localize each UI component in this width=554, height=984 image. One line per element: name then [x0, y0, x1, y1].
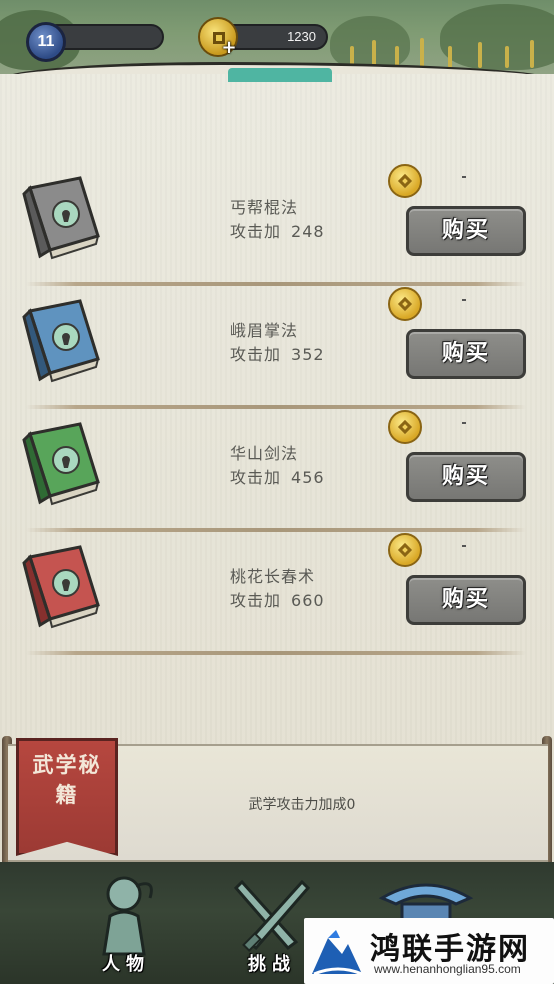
skill-stat: 攻击加 660	[230, 587, 325, 611]
watermark-logo-icon	[312, 930, 363, 976]
skill-row: 华山剑法 攻击加 456 购买	[0, 410, 554, 533]
skill-stat: 攻击加 352	[230, 341, 325, 365]
skill-name: 峨眉掌法	[230, 321, 299, 340]
coin-value: 1230	[287, 29, 316, 44]
skill-book-icon	[22, 299, 100, 383]
stat-label: 攻击加	[230, 591, 282, 610]
skill-row: 丐帮棍法 攻击加 248 购买	[0, 164, 554, 287]
price-dash	[462, 299, 466, 301]
character-icon	[102, 876, 153, 956]
attack-bonus-text: 武学攻击力加成0	[248, 797, 356, 813]
skill-name: 桃花长春术	[230, 567, 316, 586]
stat-label: 攻击加	[230, 468, 282, 487]
price-dash	[462, 176, 466, 178]
add-coins-button[interactable]: +	[198, 17, 238, 57]
skill-stat: 攻击加 248	[230, 218, 325, 242]
stat-value: 248	[291, 222, 325, 241]
coin-icon	[388, 164, 422, 198]
buy-button[interactable]: 购买	[406, 329, 526, 379]
row-divider	[26, 528, 526, 532]
price-dash	[462, 545, 466, 547]
skill-book-icon	[22, 545, 100, 629]
stat-label: 攻击加	[230, 222, 282, 241]
coin-icon	[388, 410, 422, 444]
skill-row: 峨眉掌法 攻击加 352 购买	[0, 287, 554, 410]
skill-name: 华山剑法	[230, 444, 299, 463]
nav-character[interactable]: 人物	[76, 868, 176, 984]
skill-row: 桃花长春术 攻击加 660 购买	[0, 533, 554, 656]
stat-value: 456	[291, 468, 325, 487]
plus-icon: +	[221, 37, 237, 58]
stat-label: 攻击加	[230, 345, 282, 364]
site-watermark: 鸿联手游网 www.henanhonglian95.com	[304, 918, 554, 984]
stat-value: 352	[291, 345, 325, 364]
coin-icon	[388, 533, 422, 567]
teal-tab-strip	[228, 68, 332, 82]
skill-stat: 攻击加 456	[230, 464, 325, 488]
skill-book-icon	[22, 422, 100, 506]
coin-icon	[388, 287, 422, 321]
level-value: 11	[37, 33, 55, 50]
watermark-url: www.henanhonglian95.com	[374, 962, 521, 976]
buy-button[interactable]: 购买	[406, 452, 526, 502]
buy-button[interactable]: 购买	[406, 206, 526, 256]
level-badge: 11	[26, 22, 66, 62]
row-divider	[26, 282, 526, 286]
row-divider	[26, 651, 526, 655]
skill-book-icon	[22, 176, 100, 260]
stat-value: 660	[291, 591, 325, 610]
skill-name: 丐帮棍法	[230, 198, 299, 217]
price-dash	[462, 422, 466, 424]
buy-button[interactable]: 购买	[406, 575, 526, 625]
row-divider	[26, 405, 526, 409]
nav-label: 人物	[102, 954, 150, 975]
